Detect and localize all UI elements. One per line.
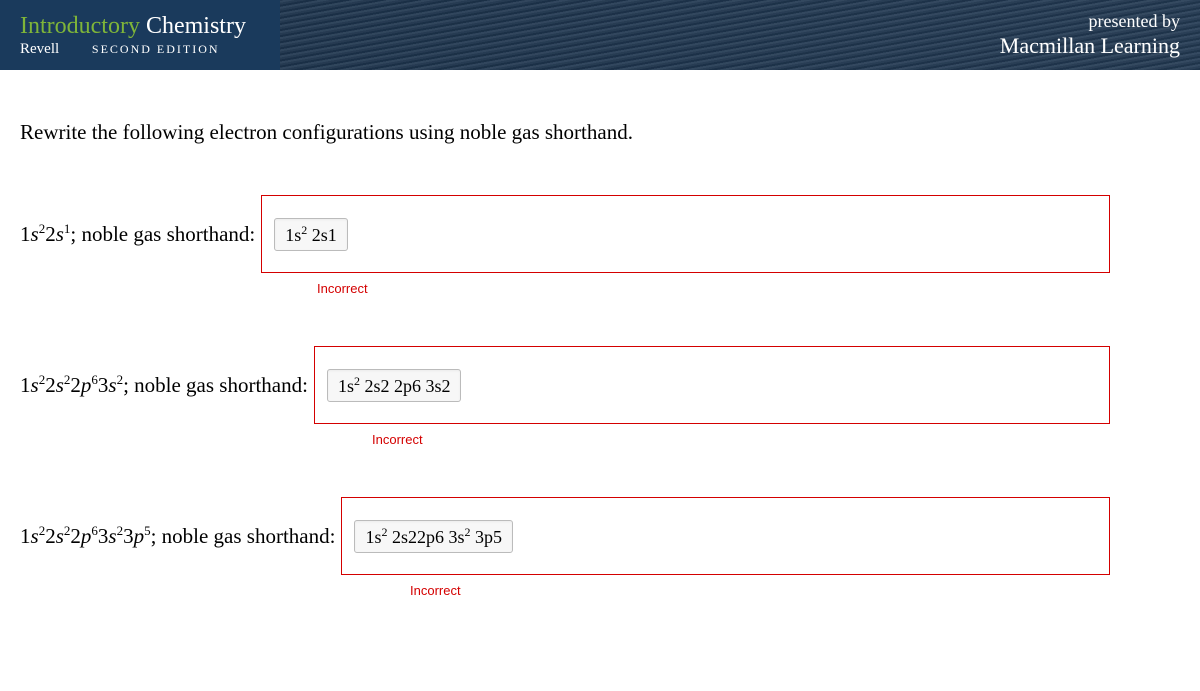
course-title-part2: Chemistry	[146, 13, 246, 39]
electron-config: 1s22s1	[20, 222, 70, 246]
question-prompt: 1s22s1; noble gas shorthand:	[20, 221, 261, 247]
publisher-name: Macmillan Learning	[1000, 33, 1180, 59]
answer-container: 1s2 2s2 2p6 3s2	[314, 346, 1110, 424]
course-author: Revell	[20, 41, 59, 57]
question-item: 1s22s22p63s2; noble gas shorthand: 1s2 2…	[20, 346, 1180, 447]
question-item: 1s22s1; noble gas shorthand: 1s2 2s1 Inc…	[20, 195, 1180, 296]
publisher-block: presented by Macmillan Learning	[1000, 11, 1180, 59]
answer-container: 1s2 2s22p6 3s2 3p5	[341, 497, 1110, 575]
course-title-part1: Introductory	[20, 13, 140, 39]
course-edition: SECOND EDITION	[92, 42, 220, 56]
course-title-block: Introductory Chemistry Revell SECOND EDI…	[20, 12, 246, 59]
feedback-label: Incorrect	[372, 432, 1180, 447]
question-prompt: 1s22s22p63s2; noble gas shorthand:	[20, 372, 314, 398]
answer-container: 1s2 2s1	[261, 195, 1110, 273]
feedback-label: Incorrect	[317, 281, 1180, 296]
question-instruction: Rewrite the following electron configura…	[20, 120, 1180, 145]
prompt-suffix: ; noble gas shorthand:	[123, 373, 308, 397]
electron-config: 1s22s22p63s23p5	[20, 524, 151, 548]
feedback-label: Incorrect	[410, 583, 1180, 598]
prompt-suffix: ; noble gas shorthand:	[151, 524, 336, 548]
prompt-suffix: ; noble gas shorthand:	[70, 222, 255, 246]
question-item: 1s22s22p63s23p5; noble gas shorthand: 1s…	[20, 497, 1180, 598]
answer-input[interactable]: 1s2 2s2 2p6 3s2	[327, 369, 462, 402]
presented-by-label: presented by	[1000, 11, 1180, 33]
answer-input[interactable]: 1s2 2s1	[274, 218, 348, 251]
course-banner: Introductory Chemistry Revell SECOND EDI…	[0, 0, 1200, 70]
electron-config: 1s22s22p63s2	[20, 373, 123, 397]
answer-input[interactable]: 1s2 2s22p6 3s2 3p5	[354, 520, 513, 553]
question-prompt: 1s22s22p63s23p5; noble gas shorthand:	[20, 523, 341, 549]
